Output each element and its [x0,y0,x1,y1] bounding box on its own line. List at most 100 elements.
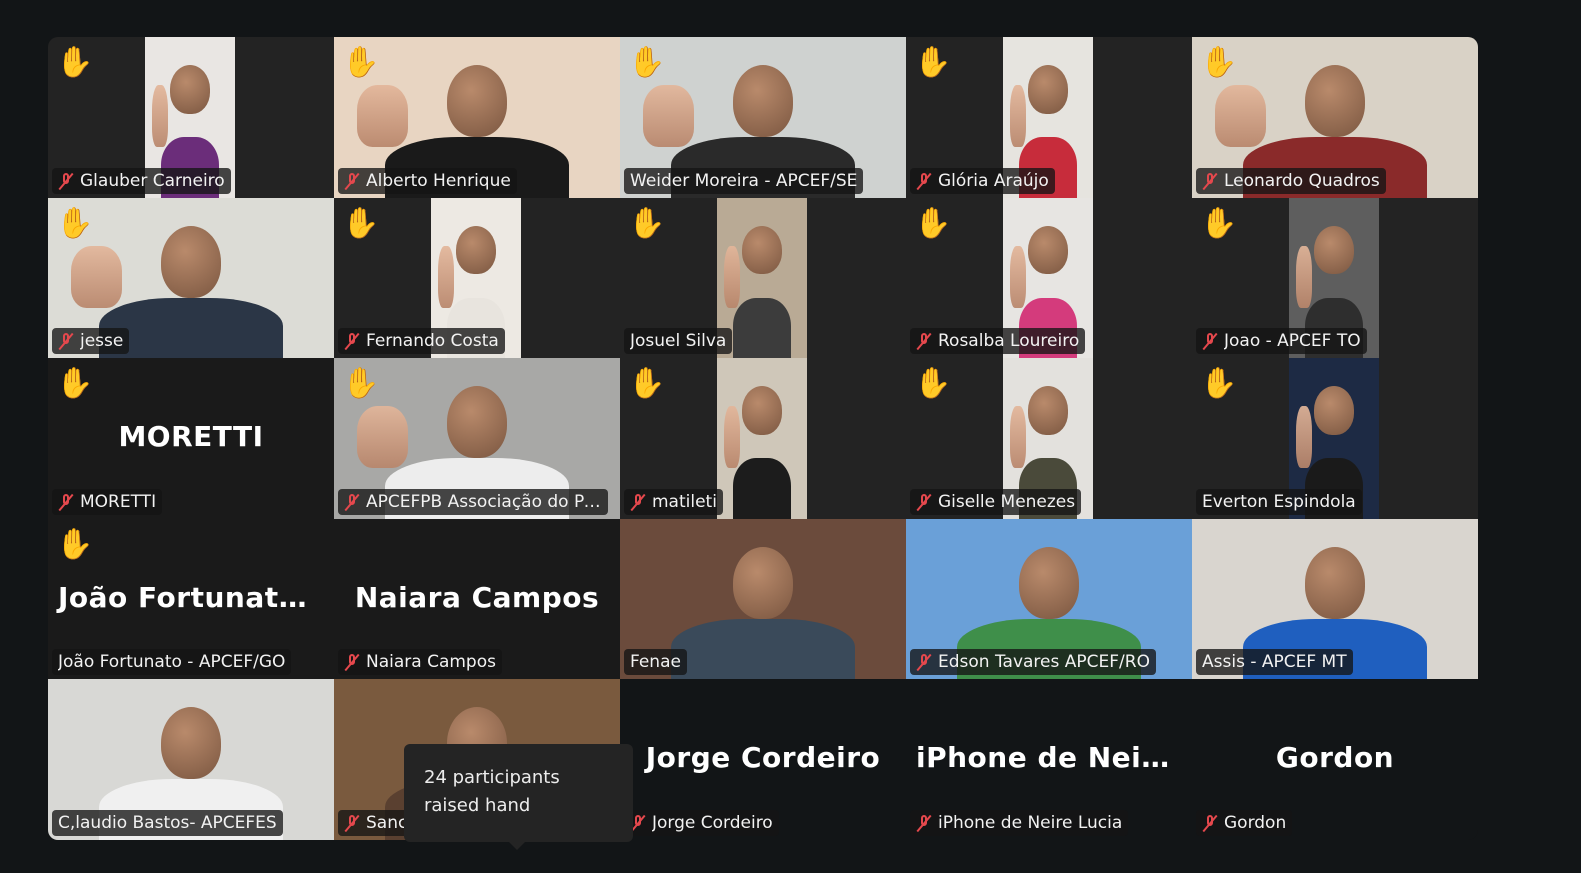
video-gallery: ✋ Glauber Carneiro ✋ Alberto Henrique ✋ Weide… [48,37,1478,840]
participant-name: Sanc [366,812,408,833]
participant-name-tag: Sanc [338,809,414,836]
raised-hand-gesture [356,406,409,469]
participant-tile[interactable]: iPhone de Neire... iPhone de Neire Lucia [906,679,1192,840]
participant-tile[interactable]: ✋ Glória Araújo [906,37,1192,198]
participant-tile[interactable]: Edson Tavares APCEF/RO [906,518,1192,680]
participant-name-tag: Weider Moreira - APCEF/SE [624,167,864,194]
participant-name-tag: Assis - APCEF MT [1196,649,1353,676]
participant-tile[interactable]: ✋ Alberto Henrique [334,37,620,198]
mic-muted-icon [916,172,932,190]
participant-name: Alberto Henrique [366,170,511,191]
person-head [1019,546,1079,619]
participant-tile[interactable]: ✋ matileti [620,358,906,519]
participant-tile[interactable]: ✋ jesse [48,197,334,359]
participant-name-tag: Jorge Cordeiro [624,809,779,836]
raised-hand-icon: ✋ [914,366,952,402]
raised-hand-gesture [70,245,123,308]
mic-muted-icon [344,332,360,350]
mic-muted-icon [630,493,646,511]
person-head [1027,225,1069,275]
raised-hand-icon: ✋ [914,205,952,241]
participant-name: Gordon [1224,812,1287,833]
participant-name: MORETTI [80,491,157,512]
participant-name-tag: C,laudio Bastos- APCEFES [52,809,283,836]
raised-hand-gesture [1296,245,1313,308]
person-head [741,225,783,275]
person-silhouette [733,297,791,359]
mic-muted-icon [344,653,360,671]
participant-name-tag: Joao - APCEF TO [1196,328,1367,355]
participant-name-tag: Everton Espindola [1196,488,1362,515]
participant-name: Everton Espindola [1202,491,1356,512]
participant-name-tag: Rosalba Loureiro [910,328,1086,355]
participant-tile[interactable]: Assis - APCEF MT [1192,518,1478,680]
person-head [741,386,783,435]
participant-display-name: Jorge Cordeiro [645,741,881,775]
participant-name: Weider Moreira - APCEF/SE [630,170,858,191]
participant-name-tag: João Fortunato - APCEF/GO [52,649,292,676]
participant-name-tag: jesse [52,328,130,355]
participant-tile[interactable]: ✋ Weider Moreira - APCEF/SE [620,37,906,198]
participant-tile[interactable]: Gordon Gordon [1192,679,1478,840]
participant-tile[interactable]: João Fortunato... ✋ João Fortunato - APCEF… [48,518,334,680]
participant-tile[interactable]: ✋ Leonardo Quadros [1192,37,1478,198]
mic-muted-icon [916,653,932,671]
participant-tile[interactable]: Naiara Campos Naiara Campos [334,518,620,680]
raised-hand-gesture [1010,406,1027,469]
participant-name: Joao - APCEF TO [1224,331,1361,352]
raised-hand-icon: ✋ [628,45,666,80]
mic-muted-icon [344,172,360,190]
raised-hand-gesture [438,245,455,308]
raised-hand-gesture [642,85,695,147]
mic-muted-icon [916,332,932,350]
participant-tile[interactable]: ✋ APCEFPB Associação do Pes... [334,358,620,519]
participant-video [717,358,807,519]
participant-tile[interactable]: ✋ Giselle Menezes [906,358,1192,519]
participant-name: Glauber Carneiro [80,170,225,191]
participant-tile[interactable]: ✋ Joao - APCEF TO [1192,197,1478,359]
raised-hand-icon: ✋ [1200,205,1238,241]
participant-name-tag: Giselle Menezes [910,488,1082,515]
raised-hand-icon: ✋ [914,45,952,80]
participant-name: Edson Tavares APCEF/RO [938,652,1150,673]
participant-tile[interactable]: Jorge Cordeiro Jorge Cordeiro [620,679,906,840]
participant-tile[interactable]: ✋ Fernando Costa [334,197,620,359]
participant-name-tag: APCEFPB Associação do Pes... [338,488,608,515]
participant-name: Jorge Cordeiro [652,812,773,833]
raised-hand-gesture [152,85,169,147]
mic-muted-icon [58,172,74,190]
participant-tile[interactable]: ✋ Rosalba Loureiro [906,197,1192,359]
participant-name-tag: Alberto Henrique [338,167,517,194]
raised-hand-icon: ✋ [56,526,94,562]
person-head [1313,386,1355,435]
raised-hand-gesture [1010,245,1027,308]
participant-name: Fernando Costa [366,331,499,352]
participant-tile[interactable]: MORETTI ✋ MORETTI [48,358,334,519]
raised-hand-icon: ✋ [628,366,666,402]
participant-tile[interactable]: ✋ Glauber Carneiro [48,37,334,198]
raised-hand-gesture [1296,406,1313,469]
participant-name: Giselle Menezes [938,491,1076,512]
raised-hand-icon: ✋ [342,45,380,80]
participant-name: C,laudio Bastos- APCEFES [58,812,277,833]
participant-tile[interactable]: Fenae [620,518,906,680]
participant-name-tag: Josuel Silva [624,328,733,355]
raised-hand-icon: ✋ [1200,366,1238,402]
person-head [1305,546,1365,619]
participant-tile[interactable]: ✋ Everton Espindola [1192,358,1478,519]
person-head [455,225,497,275]
participant-tile[interactable]: C,laudio Bastos- APCEFES [48,679,334,840]
raised-hand-gesture [724,245,741,308]
participant-name-tag: Fernando Costa [338,328,505,355]
participant-display-name: Naiara Campos [354,580,600,614]
mic-muted-icon [344,493,360,511]
person-silhouette [733,458,791,519]
participant-name: APCEFPB Associação do Pes... [366,491,602,512]
participant-name: Fenae [630,652,681,673]
participant-tile[interactable]: ✋ Josuel Silva [620,197,906,359]
participant-name: Naiara Campos [366,652,496,673]
person-head [169,65,211,114]
person-head [161,225,221,298]
participant-name: João Fortunato - APCEF/GO [58,652,286,673]
participant-name-tag: Edson Tavares APCEF/RO [910,649,1156,676]
